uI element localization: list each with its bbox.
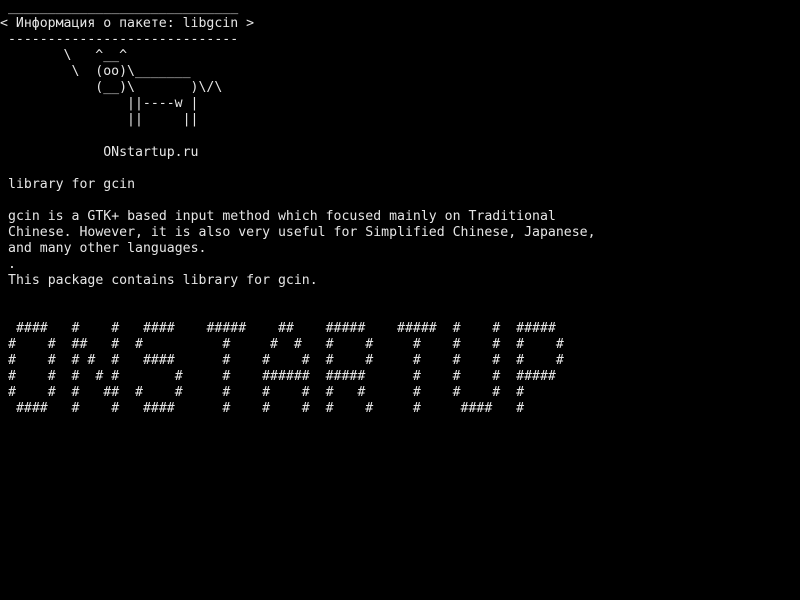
description-line: . [8, 257, 16, 272]
banner-line: #### # # #### # # # # # # #### # [8, 401, 525, 416]
description-line: gcin is a GTK+ based input method which … [8, 209, 556, 224]
cowsay-top-border: _____________________________ [0, 0, 239, 15]
banner-line: #### # # #### ##### ## ##### ##### # # #… [8, 321, 556, 336]
cow-line: || || [0, 112, 199, 127]
banner-line: # # # ## # # # # # # # # # # # [8, 385, 525, 400]
description-line: This package contains library for gcin. [8, 273, 318, 288]
banner-line: # # ## # # # # # # # # # # # # [8, 337, 564, 352]
banner-line: # # # # # # # ###### ##### # # # ##### [8, 369, 556, 384]
cowsay-message: < Информация о пакете: libgcin > [0, 16, 255, 31]
terminal-screen: _____________________________ < Информац… [0, 0, 800, 600]
cow-line: \ ^__^ [0, 48, 128, 63]
cowsay-bottom-border: ----------------------------- [0, 32, 239, 47]
cow-line: \ (oo)\_______ [0, 64, 191, 79]
package-summary: library for gcin [8, 177, 136, 192]
description-line: Chinese. However, it is also very useful… [8, 225, 596, 240]
site-label: ONstartup.ru [0, 145, 199, 160]
cow-line: ||----w | [0, 96, 199, 111]
description-line: and many other languages. [8, 241, 207, 256]
cow-line: (__)\ )\/\ [0, 80, 223, 95]
banner-line: # # # # # #### # # # # # # # # # # [8, 353, 564, 368]
